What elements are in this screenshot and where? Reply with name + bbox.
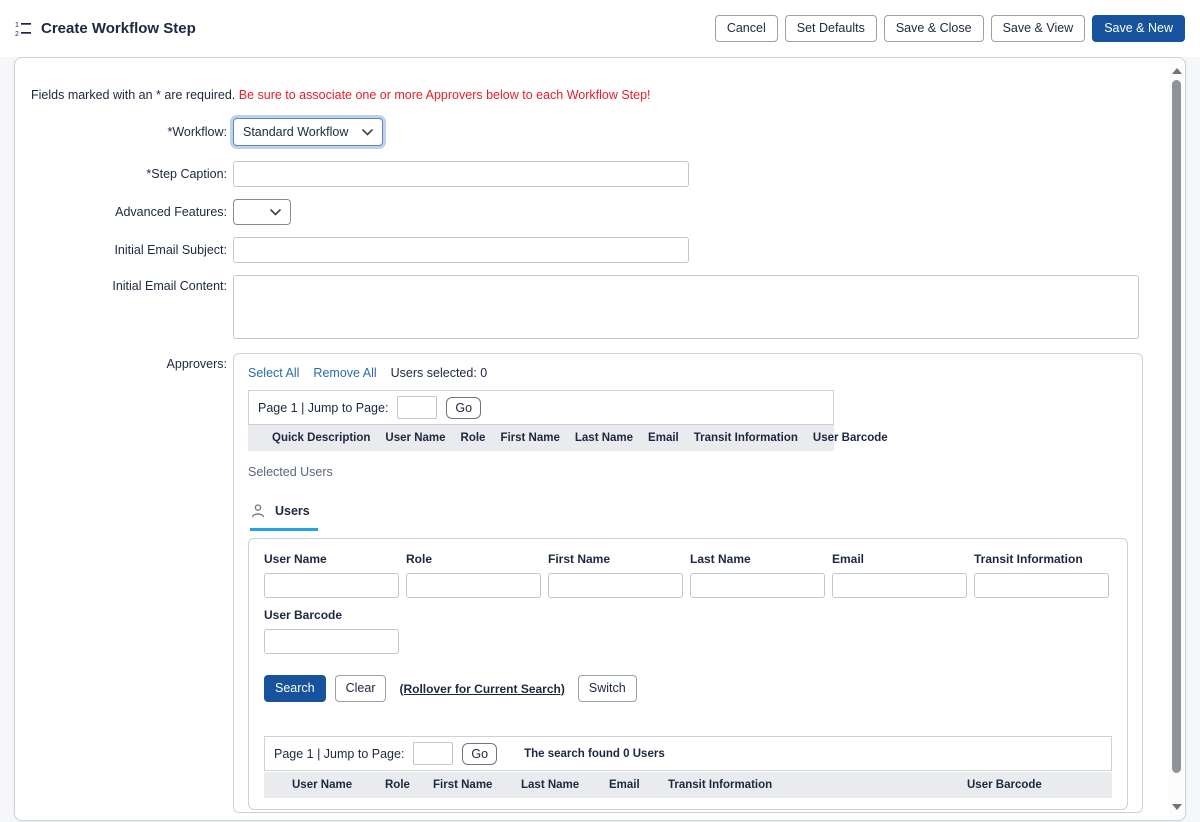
initial-email-subject-label: Initial Email Subject: bbox=[31, 243, 233, 257]
col-user-barcode: User Barcode bbox=[813, 432, 888, 444]
chevron-down-icon bbox=[362, 129, 373, 136]
initial-email-content-textarea[interactable] bbox=[233, 275, 1139, 339]
scroll-down-arrow-icon[interactable] bbox=[1172, 804, 1182, 810]
search-result-text: The search found 0 Users bbox=[524, 748, 665, 760]
initial-email-subject-input[interactable] bbox=[233, 237, 689, 263]
search-button[interactable]: Search bbox=[264, 675, 326, 702]
page-title-wrap: 1 2 Create Workflow Step bbox=[15, 20, 196, 37]
workflow-select-value: Standard Workflow bbox=[243, 125, 348, 139]
select-all-link[interactable]: Select All bbox=[248, 366, 299, 380]
numbered-list-icon: 1 2 bbox=[15, 20, 32, 37]
approvers-go-button[interactable]: Go bbox=[446, 397, 481, 419]
rollover-current-search-link[interactable]: (Rollover for Current Search) bbox=[399, 682, 564, 696]
search-first-name-input[interactable] bbox=[548, 573, 683, 598]
initial-email-content-label: Initial Email Content: bbox=[31, 275, 233, 293]
step-caption-input[interactable] bbox=[233, 161, 689, 187]
warning-text: Be sure to associate one or more Approve… bbox=[239, 88, 651, 102]
workflow-label: *Workflow: bbox=[31, 125, 233, 139]
search-user-barcode-label: User Barcode bbox=[264, 608, 399, 622]
scroll-up-arrow-icon[interactable] bbox=[1172, 68, 1182, 74]
selected-users-label: Selected Users bbox=[248, 465, 1128, 479]
clear-button[interactable]: Clear bbox=[335, 675, 387, 702]
search-email-input[interactable] bbox=[832, 573, 967, 598]
col-last-name: Last Name bbox=[575, 432, 633, 444]
col-email: Email bbox=[609, 779, 668, 791]
required-notice: Fields marked with an * are required. Be… bbox=[31, 88, 1139, 102]
search-first-name-label: First Name bbox=[548, 552, 683, 566]
advanced-features-select[interactable] bbox=[233, 199, 291, 225]
search-last-name-input[interactable] bbox=[690, 573, 825, 598]
col-first-name: First Name bbox=[433, 779, 521, 791]
user-search-panel: User Name Role First Name Last Name bbox=[248, 538, 1128, 810]
search-role-input[interactable] bbox=[406, 573, 541, 598]
col-user-name: User Name bbox=[292, 779, 385, 791]
workflow-select[interactable]: Standard Workflow bbox=[233, 118, 383, 146]
scrollbar-thumb[interactable] bbox=[1172, 80, 1181, 773]
save-view-button[interactable]: Save & View bbox=[991, 15, 1086, 42]
set-defaults-button[interactable]: Set Defaults bbox=[785, 15, 877, 42]
col-user-barcode: User Barcode bbox=[967, 779, 1112, 791]
page-title: Create Workflow Step bbox=[41, 20, 196, 37]
search-user-name-input[interactable] bbox=[264, 573, 399, 598]
chevron-down-icon bbox=[270, 209, 281, 216]
cancel-button[interactable]: Cancel bbox=[715, 15, 778, 42]
svg-text:1: 1 bbox=[15, 22, 19, 29]
approvers-page-text: Page 1 | Jump to Page: bbox=[258, 401, 388, 415]
save-new-button[interactable]: Save & New bbox=[1092, 15, 1185, 42]
col-transit-information: Transit Information bbox=[668, 779, 967, 791]
search-transit-information-input[interactable] bbox=[974, 573, 1109, 598]
col-last-name: Last Name bbox=[521, 779, 609, 791]
search-go-button[interactable]: Go bbox=[462, 743, 497, 765]
approvers-table-header: Quick Description User Name Role First N… bbox=[248, 425, 834, 451]
required-text: Fields marked with an * are required. bbox=[31, 88, 239, 102]
tab-users[interactable]: Users bbox=[250, 503, 318, 531]
search-last-name-label: Last Name bbox=[690, 552, 825, 566]
remove-all-link[interactable]: Remove All bbox=[313, 366, 376, 380]
svg-text:2: 2 bbox=[15, 31, 19, 37]
approvers-label: Approvers: bbox=[31, 353, 233, 371]
person-icon bbox=[250, 503, 266, 519]
approvers-box: Select All Remove All Users selected: 0 … bbox=[233, 353, 1143, 813]
search-pagination: Page 1 | Jump to Page: Go The search fou… bbox=[264, 736, 1112, 771]
top-bar: 1 2 Create Workflow Step Cancel Set Defa… bbox=[0, 0, 1200, 57]
col-quick-description: Quick Description bbox=[272, 432, 370, 444]
search-email-label: Email bbox=[832, 552, 967, 566]
col-email: Email bbox=[648, 432, 679, 444]
vertical-scrollbar[interactable] bbox=[1169, 59, 1184, 819]
search-user-name-label: User Name bbox=[264, 552, 399, 566]
main-panel: Fields marked with an * are required. Be… bbox=[14, 57, 1186, 821]
search-table-header: User Name Role First Name Last Name Emai… bbox=[264, 772, 1112, 798]
header-actions: Cancel Set Defaults Save & Close Save & … bbox=[715, 15, 1185, 42]
approvers-jump-page-input[interactable] bbox=[397, 396, 437, 419]
save-close-button[interactable]: Save & Close bbox=[884, 15, 984, 42]
search-user-barcode-input[interactable] bbox=[264, 629, 399, 654]
col-first-name: First Name bbox=[500, 432, 559, 444]
approvers-pagination: Page 1 | Jump to Page: Go bbox=[248, 390, 834, 425]
col-role: Role bbox=[461, 432, 486, 444]
tab-users-label: Users bbox=[275, 504, 310, 518]
search-transit-information-label: Transit Information bbox=[974, 552, 1109, 566]
search-page-text: Page 1 | Jump to Page: bbox=[274, 747, 404, 761]
col-transit-information: Transit Information bbox=[694, 432, 798, 444]
users-selected-count: Users selected: 0 bbox=[391, 366, 488, 380]
advanced-features-label: Advanced Features: bbox=[31, 205, 233, 219]
search-jump-page-input[interactable] bbox=[413, 742, 453, 765]
col-user-name: User Name bbox=[385, 432, 445, 444]
step-caption-label: *Step Caption: bbox=[31, 167, 233, 181]
col-role: Role bbox=[385, 779, 433, 791]
search-role-label: Role bbox=[406, 552, 541, 566]
form-content: Fields marked with an * are required. Be… bbox=[15, 58, 1185, 813]
switch-button[interactable]: Switch bbox=[578, 675, 637, 702]
